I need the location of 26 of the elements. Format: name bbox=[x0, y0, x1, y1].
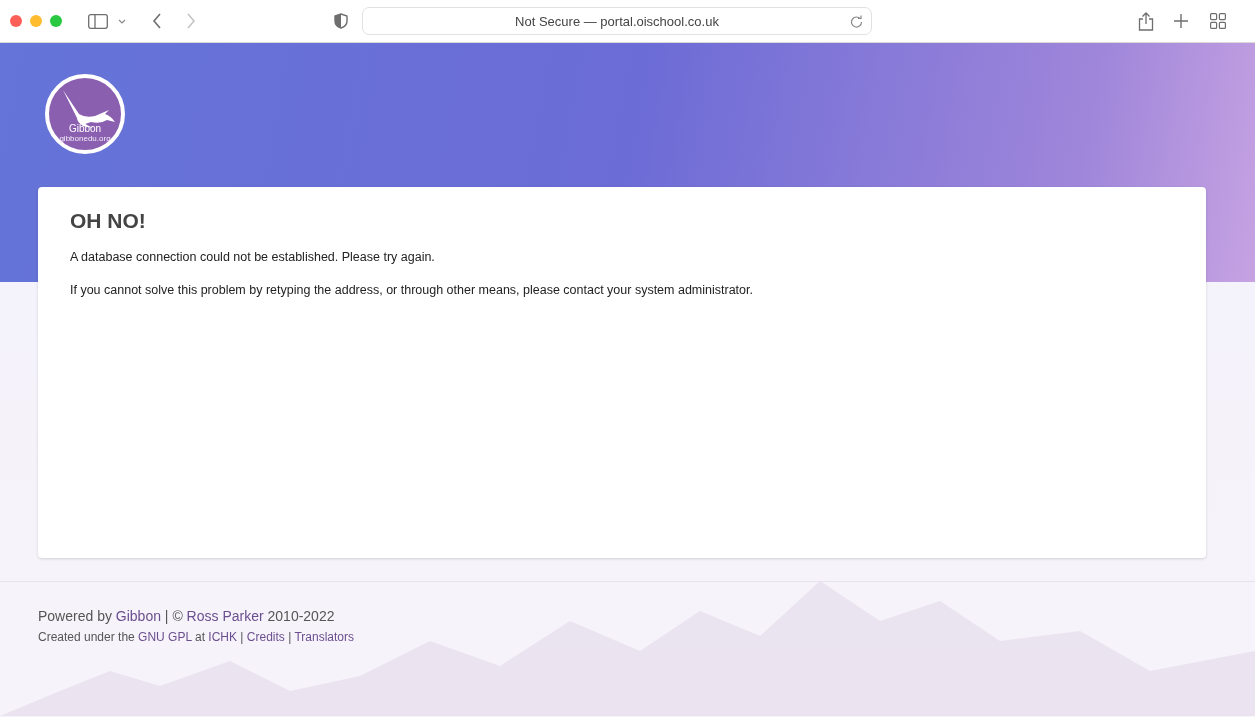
footer-link[interactable]: Translators bbox=[294, 630, 354, 644]
share-icon[interactable] bbox=[1138, 11, 1154, 31]
new-tab-icon[interactable] bbox=[1174, 14, 1188, 28]
logo-name: Gibbon bbox=[68, 123, 102, 134]
reload-icon[interactable] bbox=[850, 15, 863, 28]
footer-link[interactable]: ICHK bbox=[208, 630, 237, 644]
chevron-down-icon[interactable] bbox=[118, 18, 126, 24]
shield-icon[interactable] bbox=[334, 13, 348, 29]
footer-link[interactable]: Credits bbox=[246, 630, 285, 644]
footer-powered-by: Powered by Gibbon | © Ross Parker 2010-2022 bbox=[38, 608, 336, 624]
footer-link[interactable]: Gibbon bbox=[115, 608, 161, 624]
error-message: A database connection could not be established. Please try again. bbox=[70, 250, 436, 264]
error-message: If you cannot solve this problem by retyping the address, or through other means, please contact your system administrator. bbox=[70, 283, 754, 297]
address-text: Not Secure — portal.oischool.co.uk bbox=[515, 13, 719, 29]
footer-credits: Created under the GNU GPL at ICHK | Credits | Translators bbox=[38, 630, 355, 644]
sidebar-icon[interactable] bbox=[88, 13, 108, 29]
error-title: OH NO! bbox=[70, 209, 147, 233]
logo-url: gibbonedu.org bbox=[59, 134, 111, 143]
footer-link[interactable]: GNU GPL bbox=[138, 630, 192, 644]
back-icon[interactable] bbox=[152, 13, 162, 29]
gibbon-logo[interactable]: Gibbon gibbonedu.org bbox=[45, 74, 125, 154]
close-button[interactable] bbox=[10, 15, 22, 27]
tab-overview-icon[interactable] bbox=[1210, 13, 1226, 29]
footer-link[interactable]: Ross Parker bbox=[186, 608, 264, 624]
address-bar[interactable]: Not Secure — portal.oischool.co.uk bbox=[362, 7, 872, 35]
zoom-button[interactable] bbox=[50, 15, 62, 27]
